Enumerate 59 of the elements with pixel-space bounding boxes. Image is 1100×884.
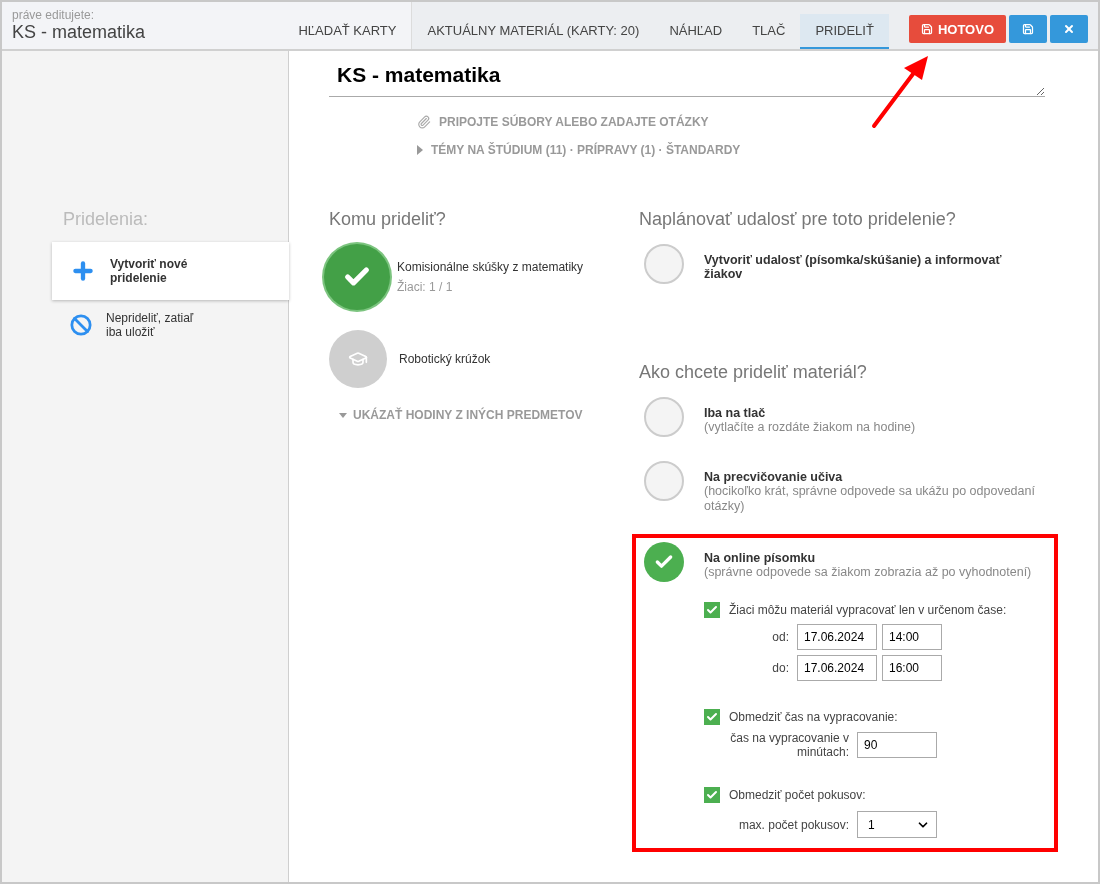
option-note: (hocikoľko krát, správne odpovede sa ukážu po odpovedaní otázky) <box>704 484 1036 514</box>
field-label: max. počet pokusov: <box>737 817 849 832</box>
section-heading: Naplánovať udalosť pre toto pridelenie? <box>639 209 957 230</box>
radio-button[interactable] <box>644 461 684 501</box>
date-field[interactable]: 17.06.2024 <box>797 655 877 681</box>
option-label: Iba na tlač <box>704 406 767 420</box>
tab[interactable]: PRIDELIŤ <box>800 14 889 49</box>
sidebar-item[interactable]: Vytvoriť nové pridelenie <box>52 242 289 300</box>
section-heading: Ako chcete prideliť materiál? <box>639 362 868 383</box>
class-name: Robotický krúžok <box>399 352 491 366</box>
class-name: Komisionálne skúšky z matematiky <box>397 260 584 274</box>
close-icon <box>1063 23 1075 35</box>
save-button[interactable] <box>1009 15 1047 43</box>
save-icon <box>920 23 933 35</box>
tab[interactable]: HĽADAŤ KARTY <box>283 2 412 49</box>
checkbox-label: Obmedziť čas na vypracovanie: <box>729 710 898 724</box>
check-icon <box>706 789 718 801</box>
radio-button[interactable] <box>644 244 684 284</box>
field-label: do: <box>771 661 789 675</box>
done-button[interactable]: HOTOVO <box>908 15 1006 43</box>
tab[interactable]: TLAČ <box>737 2 801 49</box>
field-label: od: <box>771 630 789 644</box>
radio-button[interactable] <box>644 542 684 582</box>
caret-icon <box>339 412 347 418</box>
caret-icon <box>417 145 423 155</box>
date-field[interactable]: 17.06.2024 <box>797 624 877 650</box>
editing-caption: práve editujete: <box>12 8 96 22</box>
paperclip-icon <box>417 115 431 129</box>
check-icon <box>706 604 718 616</box>
checkbox[interactable] <box>704 602 720 618</box>
save-icon <box>1022 23 1034 35</box>
plus-icon <box>70 258 96 284</box>
option-label: Na online písomku <box>704 551 817 565</box>
tab[interactable]: NÁHĽAD <box>654 2 738 49</box>
time-field[interactable]: 14:00 <box>882 624 942 650</box>
sidebar-item[interactable]: Neprideliť, zatiaľ iba uložiť <box>52 300 289 350</box>
student-count: Žiaci: 1 / 1 <box>397 280 454 294</box>
close-button[interactable] <box>1050 15 1088 43</box>
class-avatar[interactable] <box>324 244 390 310</box>
option-note: (vytlačíte a rozdáte žiakom na hodine) <box>704 420 916 435</box>
minutes-field[interactable]: 90 <box>857 732 937 758</box>
option-label: Vytvoriť udalosť (písomka/skúšanie) a informovať žiakov <box>704 253 1003 281</box>
sidebar-heading: Pridelenia: <box>63 209 150 230</box>
time-field[interactable]: 16:00 <box>882 655 942 681</box>
option-note: (správne odpovede sa žiakom zobrazia až po vyhodnotení) <box>704 565 1032 580</box>
checkbox-label: Žiaci môžu materiál vypracovať len v určenom čase: <box>729 603 1007 617</box>
attempts-select[interactable]: 1 <box>857 811 937 838</box>
option-label: Na precvičovanie učiva <box>704 470 844 484</box>
ban-icon <box>70 314 92 336</box>
section-heading: Komu prideliť? <box>329 209 447 230</box>
checkbox[interactable] <box>704 787 720 803</box>
tab[interactable]: AKTUÁLNY MATERIÁL (KARTY: 20) <box>412 2 655 49</box>
radio-button[interactable] <box>644 397 684 437</box>
checkbox[interactable] <box>704 709 720 725</box>
document-title: KS - matematika <box>12 22 147 43</box>
graduation-cap-icon <box>348 349 368 369</box>
check-icon <box>706 711 718 723</box>
checkbox-label: Obmedziť počet pokusov: <box>729 788 866 802</box>
field-label: čas na vypracovanie v minútach: <box>729 731 849 759</box>
